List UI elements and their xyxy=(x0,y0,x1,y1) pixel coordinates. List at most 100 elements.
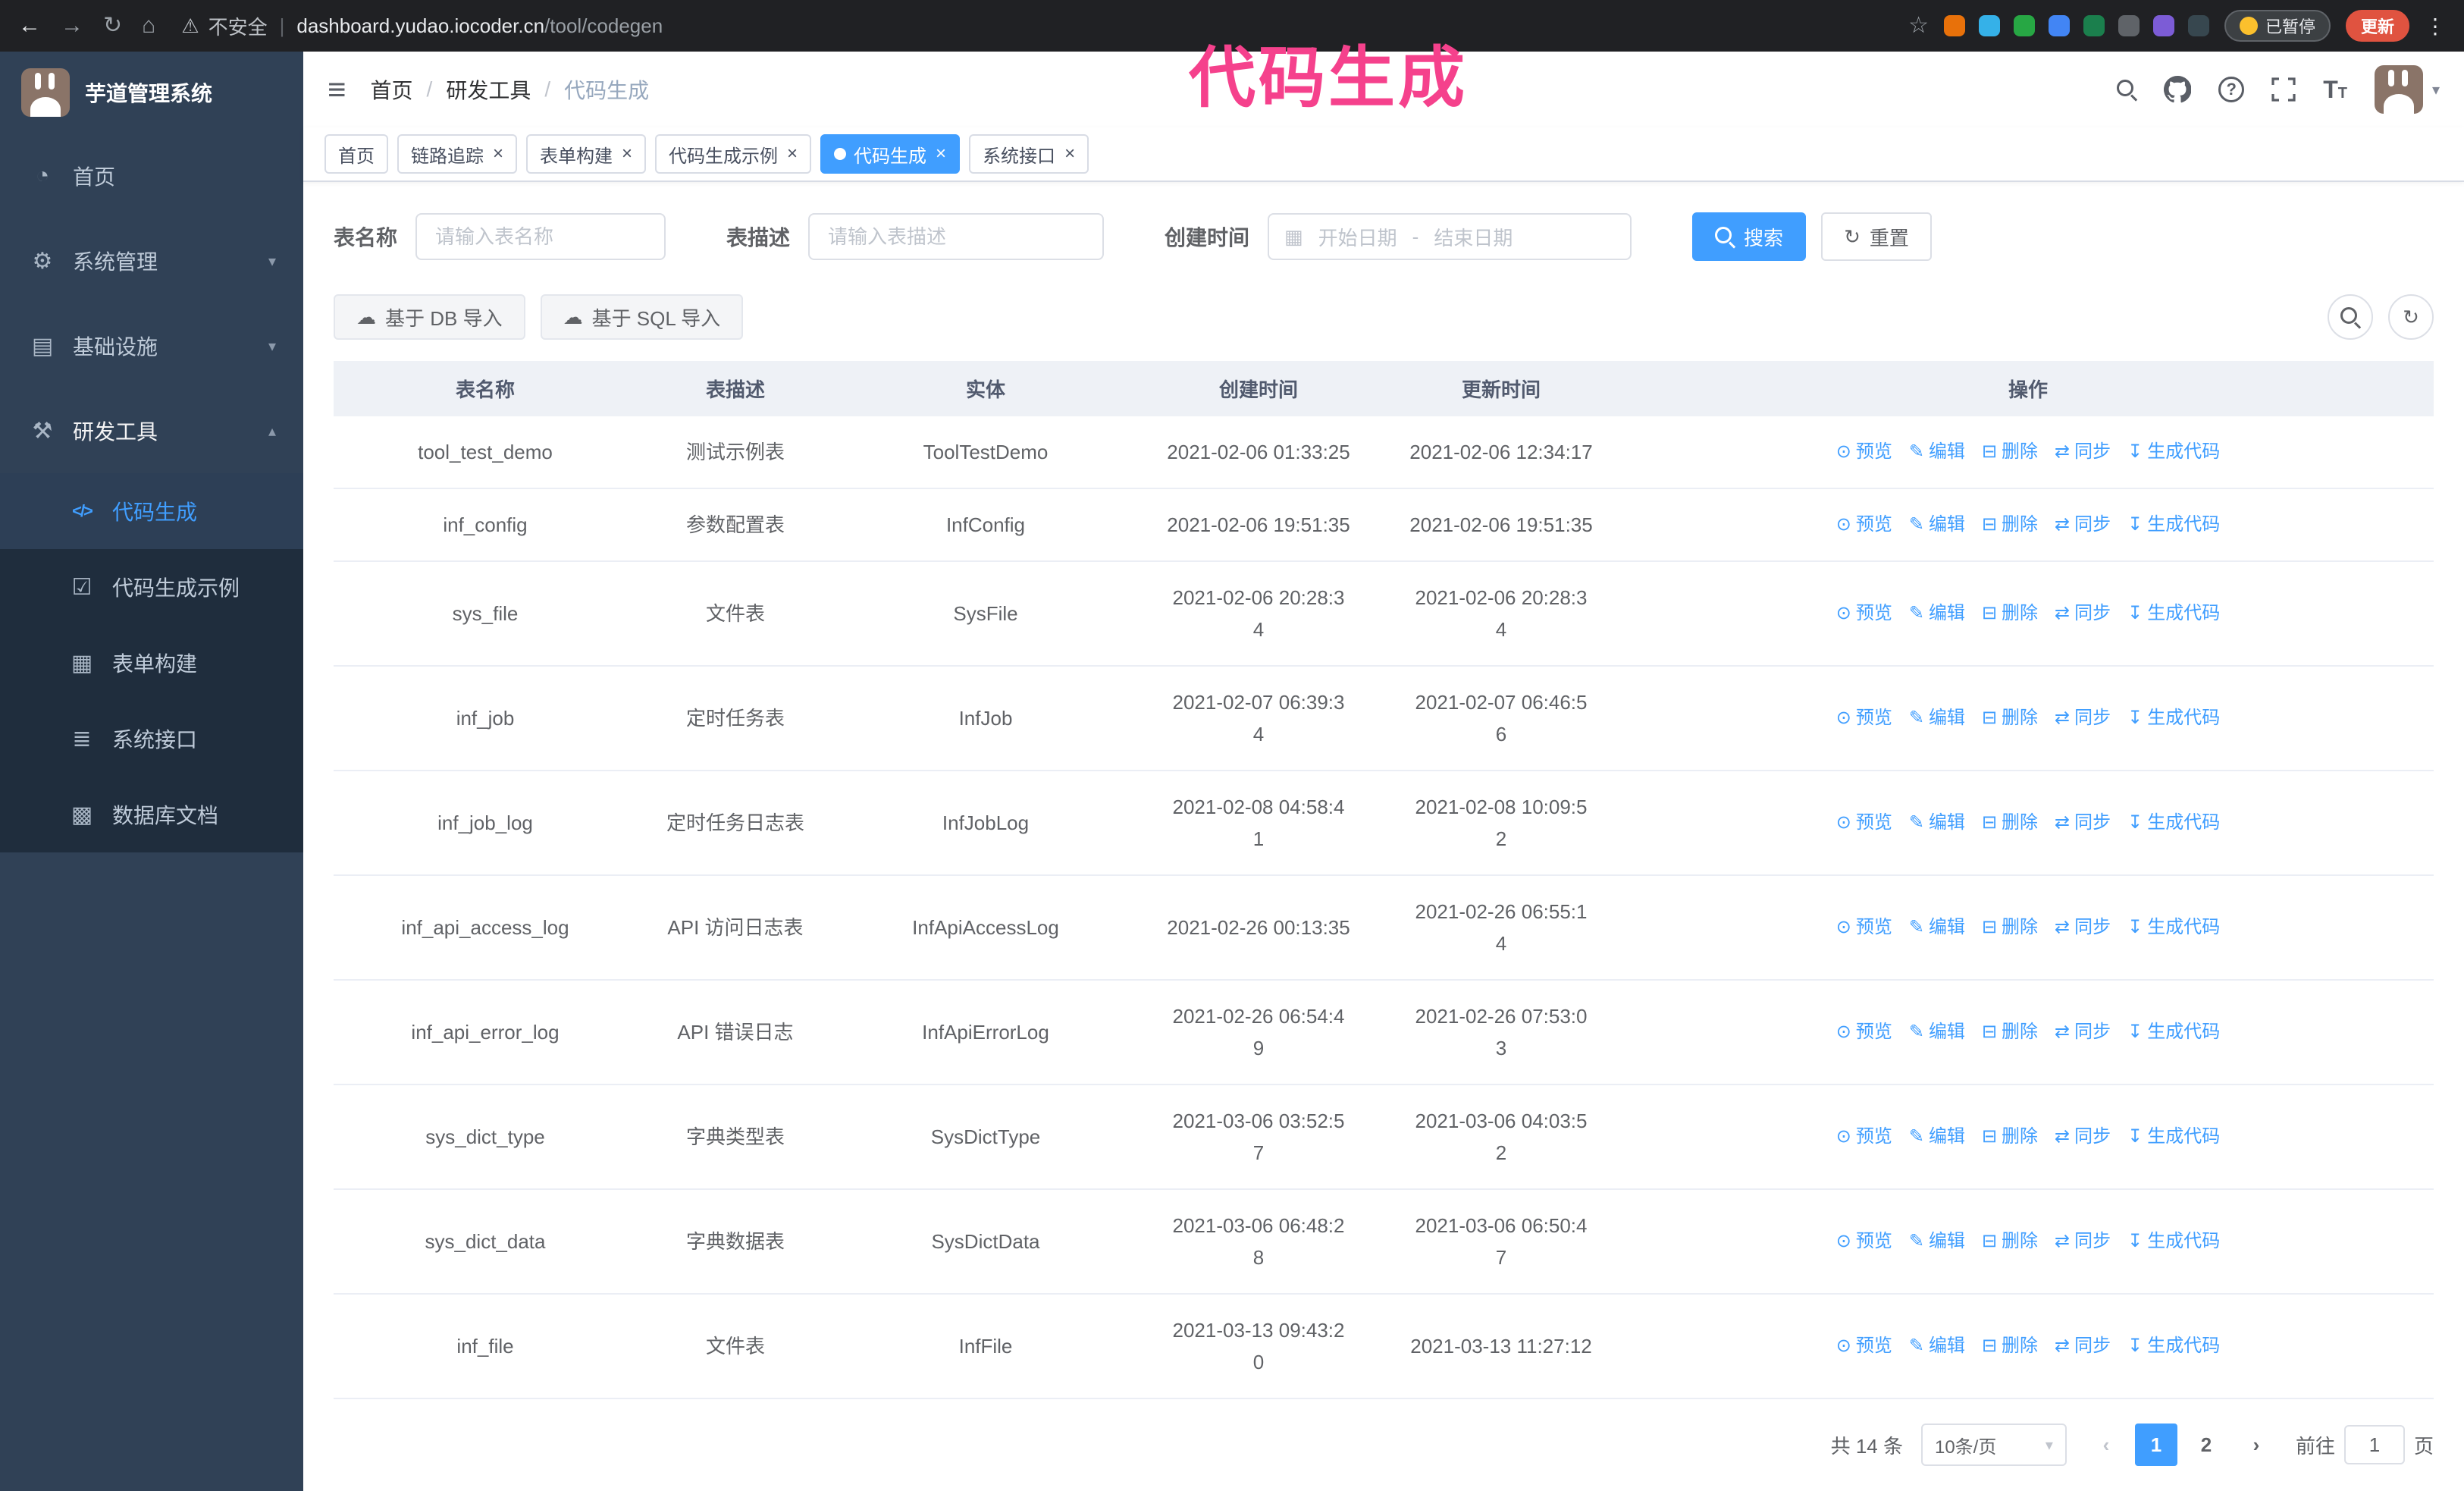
sync-action[interactable]: ⇄ 同步 xyxy=(2055,1121,2111,1153)
extension-icon[interactable] xyxy=(2152,15,2174,36)
delete-action[interactable]: ⊟ 删除 xyxy=(1982,912,2038,943)
forward-button[interactable]: → xyxy=(61,14,83,37)
sync-action[interactable]: ⇄ 同步 xyxy=(2055,509,2111,541)
preview-action[interactable]: ⊙ 预览 xyxy=(1836,509,1892,541)
address-bar[interactable]: ⚠ 不安全 | dashboard.yudao.iocoder.cn/tool/… xyxy=(181,12,663,40)
preview-action[interactable]: ⊙ 预览 xyxy=(1836,807,1892,839)
tab-close-icon[interactable]: × xyxy=(622,143,632,165)
hamburger-icon[interactable]: ≡ xyxy=(328,74,346,105)
reset-button[interactable]: ↻ 重置 xyxy=(1821,212,1932,261)
page-button-1[interactable]: 1 xyxy=(2134,1424,2177,1466)
search-button[interactable]: 搜索 xyxy=(1692,212,1807,261)
edit-action[interactable]: ✎ 编辑 xyxy=(1909,598,1965,629)
generate-code-action[interactable]: ↧ 生成代码 xyxy=(2127,1330,2220,1362)
edit-action[interactable]: ✎ 编辑 xyxy=(1909,509,1965,541)
edit-action[interactable]: ✎ 编辑 xyxy=(1909,912,1965,943)
sidebar-item-dev-tools[interactable]: ⚒ 研发工具 ▴ xyxy=(0,388,303,473)
kebab-menu-icon[interactable]: ⋮ xyxy=(2425,14,2446,39)
tab-codegen-example[interactable]: 代码生成示例 × xyxy=(655,134,812,174)
preview-action[interactable]: ⊙ 预览 xyxy=(1836,436,1892,468)
update-button[interactable]: 更新 xyxy=(2345,10,2409,42)
tab-close-icon[interactable]: × xyxy=(493,143,503,165)
edit-action[interactable]: ✎ 编辑 xyxy=(1909,702,1965,734)
extension-icon[interactable] xyxy=(2048,15,2070,36)
sidebar-item-codegen-example[interactable]: ☑ 代码生成示例 xyxy=(0,549,303,625)
generate-code-action[interactable]: ↧ 生成代码 xyxy=(2127,912,2220,943)
tab-link-tracing[interactable]: 链路追踪 × xyxy=(397,134,518,174)
delete-action[interactable]: ⊟ 删除 xyxy=(1982,1226,2038,1257)
delete-action[interactable]: ⊟ 删除 xyxy=(1982,1121,2038,1153)
font-size-icon[interactable]: TT xyxy=(2323,77,2347,102)
import-db-button[interactable]: ☁ 基于 DB 导入 xyxy=(334,294,525,340)
tab-home[interactable]: 首页 xyxy=(324,134,388,174)
sidebar-item-system-api[interactable]: ≣ 系统接口 xyxy=(0,701,303,777)
sync-action[interactable]: ⇄ 同步 xyxy=(2055,1016,2111,1048)
sync-action[interactable]: ⇄ 同步 xyxy=(2055,598,2111,629)
extension-icon[interactable] xyxy=(2013,15,2035,36)
edit-action[interactable]: ✎ 编辑 xyxy=(1909,807,1965,839)
edit-action[interactable]: ✎ 编辑 xyxy=(1909,436,1965,468)
sync-action[interactable]: ⇄ 同步 xyxy=(2055,436,2111,468)
page-size-select[interactable]: 10条/页 ▾ xyxy=(1920,1424,2067,1466)
refresh-button[interactable]: ↻ xyxy=(2388,294,2434,340)
extension-icon[interactable] xyxy=(1943,15,1965,36)
extension-icon[interactable] xyxy=(2118,15,2140,36)
table-desc-input[interactable] xyxy=(808,213,1105,260)
generate-code-action[interactable]: ↧ 生成代码 xyxy=(2127,1016,2220,1048)
table-name-input[interactable] xyxy=(415,213,666,260)
sync-action[interactable]: ⇄ 同步 xyxy=(2055,1226,2111,1257)
extension-icon[interactable] xyxy=(2187,15,2209,36)
generate-code-action[interactable]: ↧ 生成代码 xyxy=(2127,807,2220,839)
goto-page-input[interactable] xyxy=(2343,1425,2405,1464)
delete-action[interactable]: ⊟ 删除 xyxy=(1982,509,2038,541)
generate-code-action[interactable]: ↧ 生成代码 xyxy=(2127,702,2220,734)
preview-action[interactable]: ⊙ 预览 xyxy=(1836,912,1892,943)
github-icon[interactable] xyxy=(2164,76,2192,103)
sync-action[interactable]: ⇄ 同步 xyxy=(2055,912,2111,943)
back-button[interactable]: ← xyxy=(18,14,41,37)
sidebar-item-form-builder[interactable]: ▦ 表单构建 xyxy=(0,625,303,701)
delete-action[interactable]: ⊟ 删除 xyxy=(1982,436,2038,468)
help-icon[interactable]: ? xyxy=(2218,77,2245,102)
create-time-range-picker[interactable]: ▦ 开始日期 - 结束日期 xyxy=(1268,213,1632,260)
delete-action[interactable]: ⊟ 删除 xyxy=(1982,598,2038,629)
reload-button[interactable]: ↻ xyxy=(103,14,122,37)
sidebar-item-system-management[interactable]: ⚙ 系统管理 ▾ xyxy=(0,218,303,303)
sidebar-item-infrastructure[interactable]: ▤ 基础设施 ▾ xyxy=(0,303,303,388)
preview-action[interactable]: ⊙ 预览 xyxy=(1836,1121,1892,1153)
breadcrumb-item[interactable]: 研发工具 xyxy=(446,74,531,105)
delete-action[interactable]: ⊟ 删除 xyxy=(1982,702,2038,734)
security-warning[interactable]: ⚠ 不安全 xyxy=(181,12,267,40)
home-button[interactable]: ⌂ xyxy=(142,14,155,37)
preview-action[interactable]: ⊙ 预览 xyxy=(1836,598,1892,629)
extension-icon[interactable] xyxy=(1978,15,2000,36)
generate-code-action[interactable]: ↧ 生成代码 xyxy=(2127,598,2220,629)
sync-action[interactable]: ⇄ 同步 xyxy=(2055,1330,2111,1362)
delete-action[interactable]: ⊟ 删除 xyxy=(1982,1330,2038,1362)
tab-close-icon[interactable]: × xyxy=(1064,143,1075,165)
tab-close-icon[interactable]: × xyxy=(936,143,946,165)
user-menu[interactable]: ▾ xyxy=(2374,65,2440,114)
tab-system-api[interactable]: 系统接口 × xyxy=(969,134,1089,174)
prev-page-button[interactable]: ‹ xyxy=(2085,1424,2127,1466)
edit-action[interactable]: ✎ 编辑 xyxy=(1909,1226,1965,1257)
preview-action[interactable]: ⊙ 预览 xyxy=(1836,1016,1892,1048)
tab-form-builder[interactable]: 表单构建 × xyxy=(526,134,647,174)
edit-action[interactable]: ✎ 编辑 xyxy=(1909,1016,1965,1048)
sync-action[interactable]: ⇄ 同步 xyxy=(2055,702,2111,734)
fullscreen-icon[interactable] xyxy=(2271,77,2296,102)
generate-code-action[interactable]: ↧ 生成代码 xyxy=(2127,509,2220,541)
search-icon[interactable] xyxy=(2117,80,2136,99)
next-page-button[interactable]: › xyxy=(2235,1424,2277,1466)
generate-code-action[interactable]: ↧ 生成代码 xyxy=(2127,1226,2220,1257)
edit-action[interactable]: ✎ 编辑 xyxy=(1909,1121,1965,1153)
page-button-2[interactable]: 2 xyxy=(2185,1424,2227,1466)
generate-code-action[interactable]: ↧ 生成代码 xyxy=(2127,436,2220,468)
sidebar-item-db-docs[interactable]: ▩ 数据库文档 xyxy=(0,777,303,852)
tab-close-icon[interactable]: × xyxy=(787,143,798,165)
delete-action[interactable]: ⊟ 删除 xyxy=(1982,1016,2038,1048)
preview-action[interactable]: ⊙ 预览 xyxy=(1836,702,1892,734)
generate-code-action[interactable]: ↧ 生成代码 xyxy=(2127,1121,2220,1153)
toggle-search-button[interactable] xyxy=(2328,294,2373,340)
preview-action[interactable]: ⊙ 预览 xyxy=(1836,1330,1892,1362)
